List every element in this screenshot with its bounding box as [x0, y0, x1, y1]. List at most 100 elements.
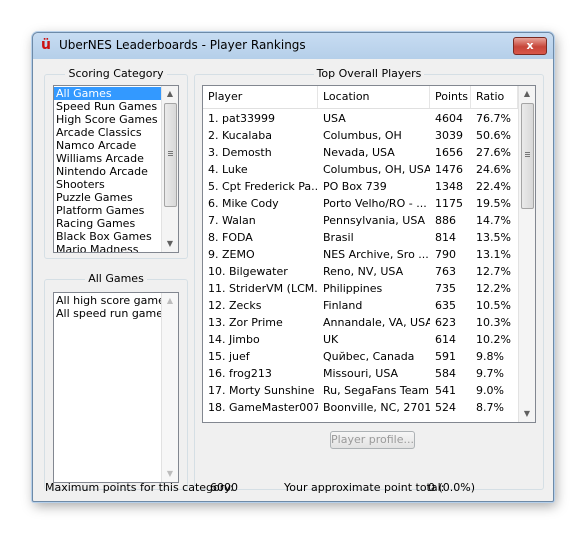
table-row[interactable]: 6. Mike Cody Porto Velho/RO - ... 1175 19.5… — [203, 195, 518, 212]
cell-location: Ru, SegaFans Team — [323, 384, 429, 397]
scoring-item[interactable]: Platform Games — [54, 204, 161, 217]
cell-player: 11. StriderVM (LCM... — [208, 282, 318, 295]
scoring-item[interactable]: Black Box Games — [54, 230, 161, 243]
cell-player: 16. frog213 — [208, 367, 272, 380]
scoring-item[interactable]: Shooters — [54, 178, 161, 191]
table-row[interactable]: 17. Morty Sunshine Ru, SegaFans Team 541 9.… — [203, 382, 518, 399]
cell-location: Reno, NV, USA — [323, 265, 404, 278]
cell-location: Quйbec, Canada — [323, 350, 415, 363]
cell-player: 4. Luke — [208, 163, 248, 176]
player-rows: 1. pat33999 USA 4604 76.7% 2. Kucalaba Columb… — [203, 110, 518, 422]
table-row[interactable]: 15. juef Quйbec, Canada 591 9.8% — [203, 348, 518, 365]
scoring-item[interactable]: Nintendo Arcade — [54, 165, 161, 178]
column-header-points[interactable]: Points — [430, 86, 471, 108]
scroll-down-icon: ▼ — [166, 469, 174, 478]
table-row[interactable]: 1. pat33999 USA 4604 76.7% — [203, 110, 518, 127]
scoring-item[interactable]: Puzzle Games — [54, 191, 161, 204]
close-button[interactable]: x — [513, 37, 547, 55]
cell-player: 3. Demosth — [208, 146, 272, 159]
table-row[interactable]: 7. Walan Pennsylvania, USA 886 14.7% — [203, 212, 518, 229]
scroll-up-icon[interactable]: ▲ — [519, 86, 535, 102]
top-players-label: Top Overall Players — [313, 67, 425, 80]
title-bar[interactable]: ü UberNES Leaderboards - Player Rankings… — [33, 33, 553, 59]
cell-player: 6. Mike Cody — [208, 197, 279, 210]
cell-points: 1175 — [435, 197, 463, 210]
cell-ratio: 27.6% — [476, 146, 511, 159]
cell-player: 7. Walan — [208, 214, 256, 227]
scoring-item[interactable]: High Score Games — [54, 113, 161, 126]
app-window: ü UberNES Leaderboards - Player Rankings… — [32, 32, 554, 502]
all-games-item[interactable]: All speed run games — [54, 307, 169, 320]
players-table[interactable]: Player Location Points Ratio 1. pat33999… — [202, 85, 536, 423]
table-row[interactable]: 5. Cpt Frederick Pa... PO Box 739 1348 22.4… — [203, 178, 518, 195]
scroll-down-icon[interactable]: ▼ — [519, 406, 535, 422]
cell-points: 1348 — [435, 180, 463, 193]
cell-player: 14. Jimbo — [208, 333, 260, 346]
top-players-group: Top Overall Players Player Location Poin… — [194, 67, 544, 490]
scoring-category-list[interactable]: All Games Speed Run Games High Score Games… — [53, 85, 179, 253]
scoring-item[interactable]: Arcade Classics — [54, 126, 161, 139]
all-games-list[interactable]: All high score games All speed run games … — [53, 292, 179, 483]
cell-player: 8. FODA — [208, 231, 253, 244]
cell-player: 2. Kucalaba — [208, 129, 272, 142]
cell-location: Finland — [323, 299, 363, 312]
cell-points: 886 — [435, 214, 456, 227]
cell-points: 1656 — [435, 146, 463, 159]
scoring-item[interactable]: Williams Arcade — [54, 152, 161, 165]
column-header-player[interactable]: Player — [203, 86, 318, 108]
column-header-location[interactable]: Location — [318, 86, 430, 108]
scroll-up-icon: ▲ — [166, 296, 174, 305]
table-row[interactable]: 13. Zor Prime Annandale, VA, USA 623 10.3% — [203, 314, 518, 331]
cell-ratio: 22.4% — [476, 180, 511, 193]
table-row[interactable]: 14. Jimbo UK 614 10.2% — [203, 331, 518, 348]
scroll-up-icon[interactable]: ▲ — [162, 86, 178, 102]
scoring-scrollbar[interactable]: ▲ ▼ — [161, 86, 178, 252]
all-games-scrollbar[interactable]: ▲ ▼ — [161, 293, 178, 482]
table-row[interactable]: 3. Demosth Nevada, USA 1656 27.6% — [203, 144, 518, 161]
scoring-item[interactable]: All Games — [54, 87, 161, 100]
scoring-item[interactable]: Namco Arcade — [54, 139, 161, 152]
scroll-thumb[interactable] — [521, 103, 534, 209]
cell-points: 635 — [435, 299, 456, 312]
table-row[interactable]: 8. FODA Brasil 814 13.5% — [203, 229, 518, 246]
cell-ratio: 14.7% — [476, 214, 511, 227]
players-table-header: Player Location Points Ratio — [203, 86, 518, 109]
table-row[interactable]: 11. StriderVM (LCM... Philippines 735 12.2% — [203, 280, 518, 297]
players-scrollbar[interactable]: ▲ ▼ — [518, 86, 535, 422]
cell-player: 10. Bilgewater — [208, 265, 288, 278]
cell-ratio: 50.6% — [476, 129, 511, 142]
cell-location: Philippines — [323, 282, 383, 295]
cell-location: Boonville, NC, 27011 — [323, 401, 430, 414]
scoring-category-group: Scoring Category All Games Speed Run Game… — [44, 67, 188, 259]
cell-player: 15. juef — [208, 350, 250, 363]
table-row[interactable]: 9. ZEMO NES Archive, Sro ... 790 13.1% — [203, 246, 518, 263]
max-points-label: Maximum points for this category: — [45, 481, 234, 494]
all-games-item[interactable]: All high score games — [54, 294, 171, 307]
column-header-ratio[interactable]: Ratio — [471, 86, 518, 108]
cell-points: 735 — [435, 282, 456, 295]
approx-total-value: 0 (0.0%) — [428, 481, 476, 494]
table-row[interactable]: 2. Kucalaba Columbus, OH 3039 50.6% — [203, 127, 518, 144]
table-row[interactable]: 12. Zecks Finland 635 10.5% — [203, 297, 518, 314]
scroll-thumb[interactable] — [164, 103, 177, 207]
all-games-group: All Games All high score games All speed … — [44, 272, 188, 490]
cell-player: 18. GameMaster007 — [208, 401, 318, 414]
cell-ratio: 13.5% — [476, 231, 511, 244]
cell-location: NES Archive, Sro ... — [323, 248, 429, 261]
table-row[interactable]: 16. frog213 Missouri, USA 584 9.7% — [203, 365, 518, 382]
cell-ratio: 10.3% — [476, 316, 511, 329]
table-row[interactable]: 10. Bilgewater Reno, NV, USA 763 12.7% — [203, 263, 518, 280]
cell-ratio: 8.7% — [476, 401, 504, 414]
scoring-item[interactable]: Speed Run Games — [54, 100, 161, 113]
cell-ratio: 9.0% — [476, 384, 504, 397]
scoring-item[interactable]: Racing Games — [54, 217, 161, 230]
cell-ratio: 10.2% — [476, 333, 511, 346]
scroll-down-icon[interactable]: ▼ — [162, 236, 178, 252]
scoring-item[interactable]: Mario Madness — [54, 243, 161, 252]
table-row[interactable]: 18. GameMaster007 Boonville, NC, 27011 524… — [203, 399, 518, 416]
player-profile-button[interactable]: Player profile... — [330, 431, 415, 449]
table-row[interactable]: 4. Luke Columbus, OH, USA 1476 24.6% — [203, 161, 518, 178]
cell-points: 524 — [435, 401, 456, 414]
max-points-value: 6000 — [210, 481, 238, 494]
cell-points: 790 — [435, 248, 456, 261]
